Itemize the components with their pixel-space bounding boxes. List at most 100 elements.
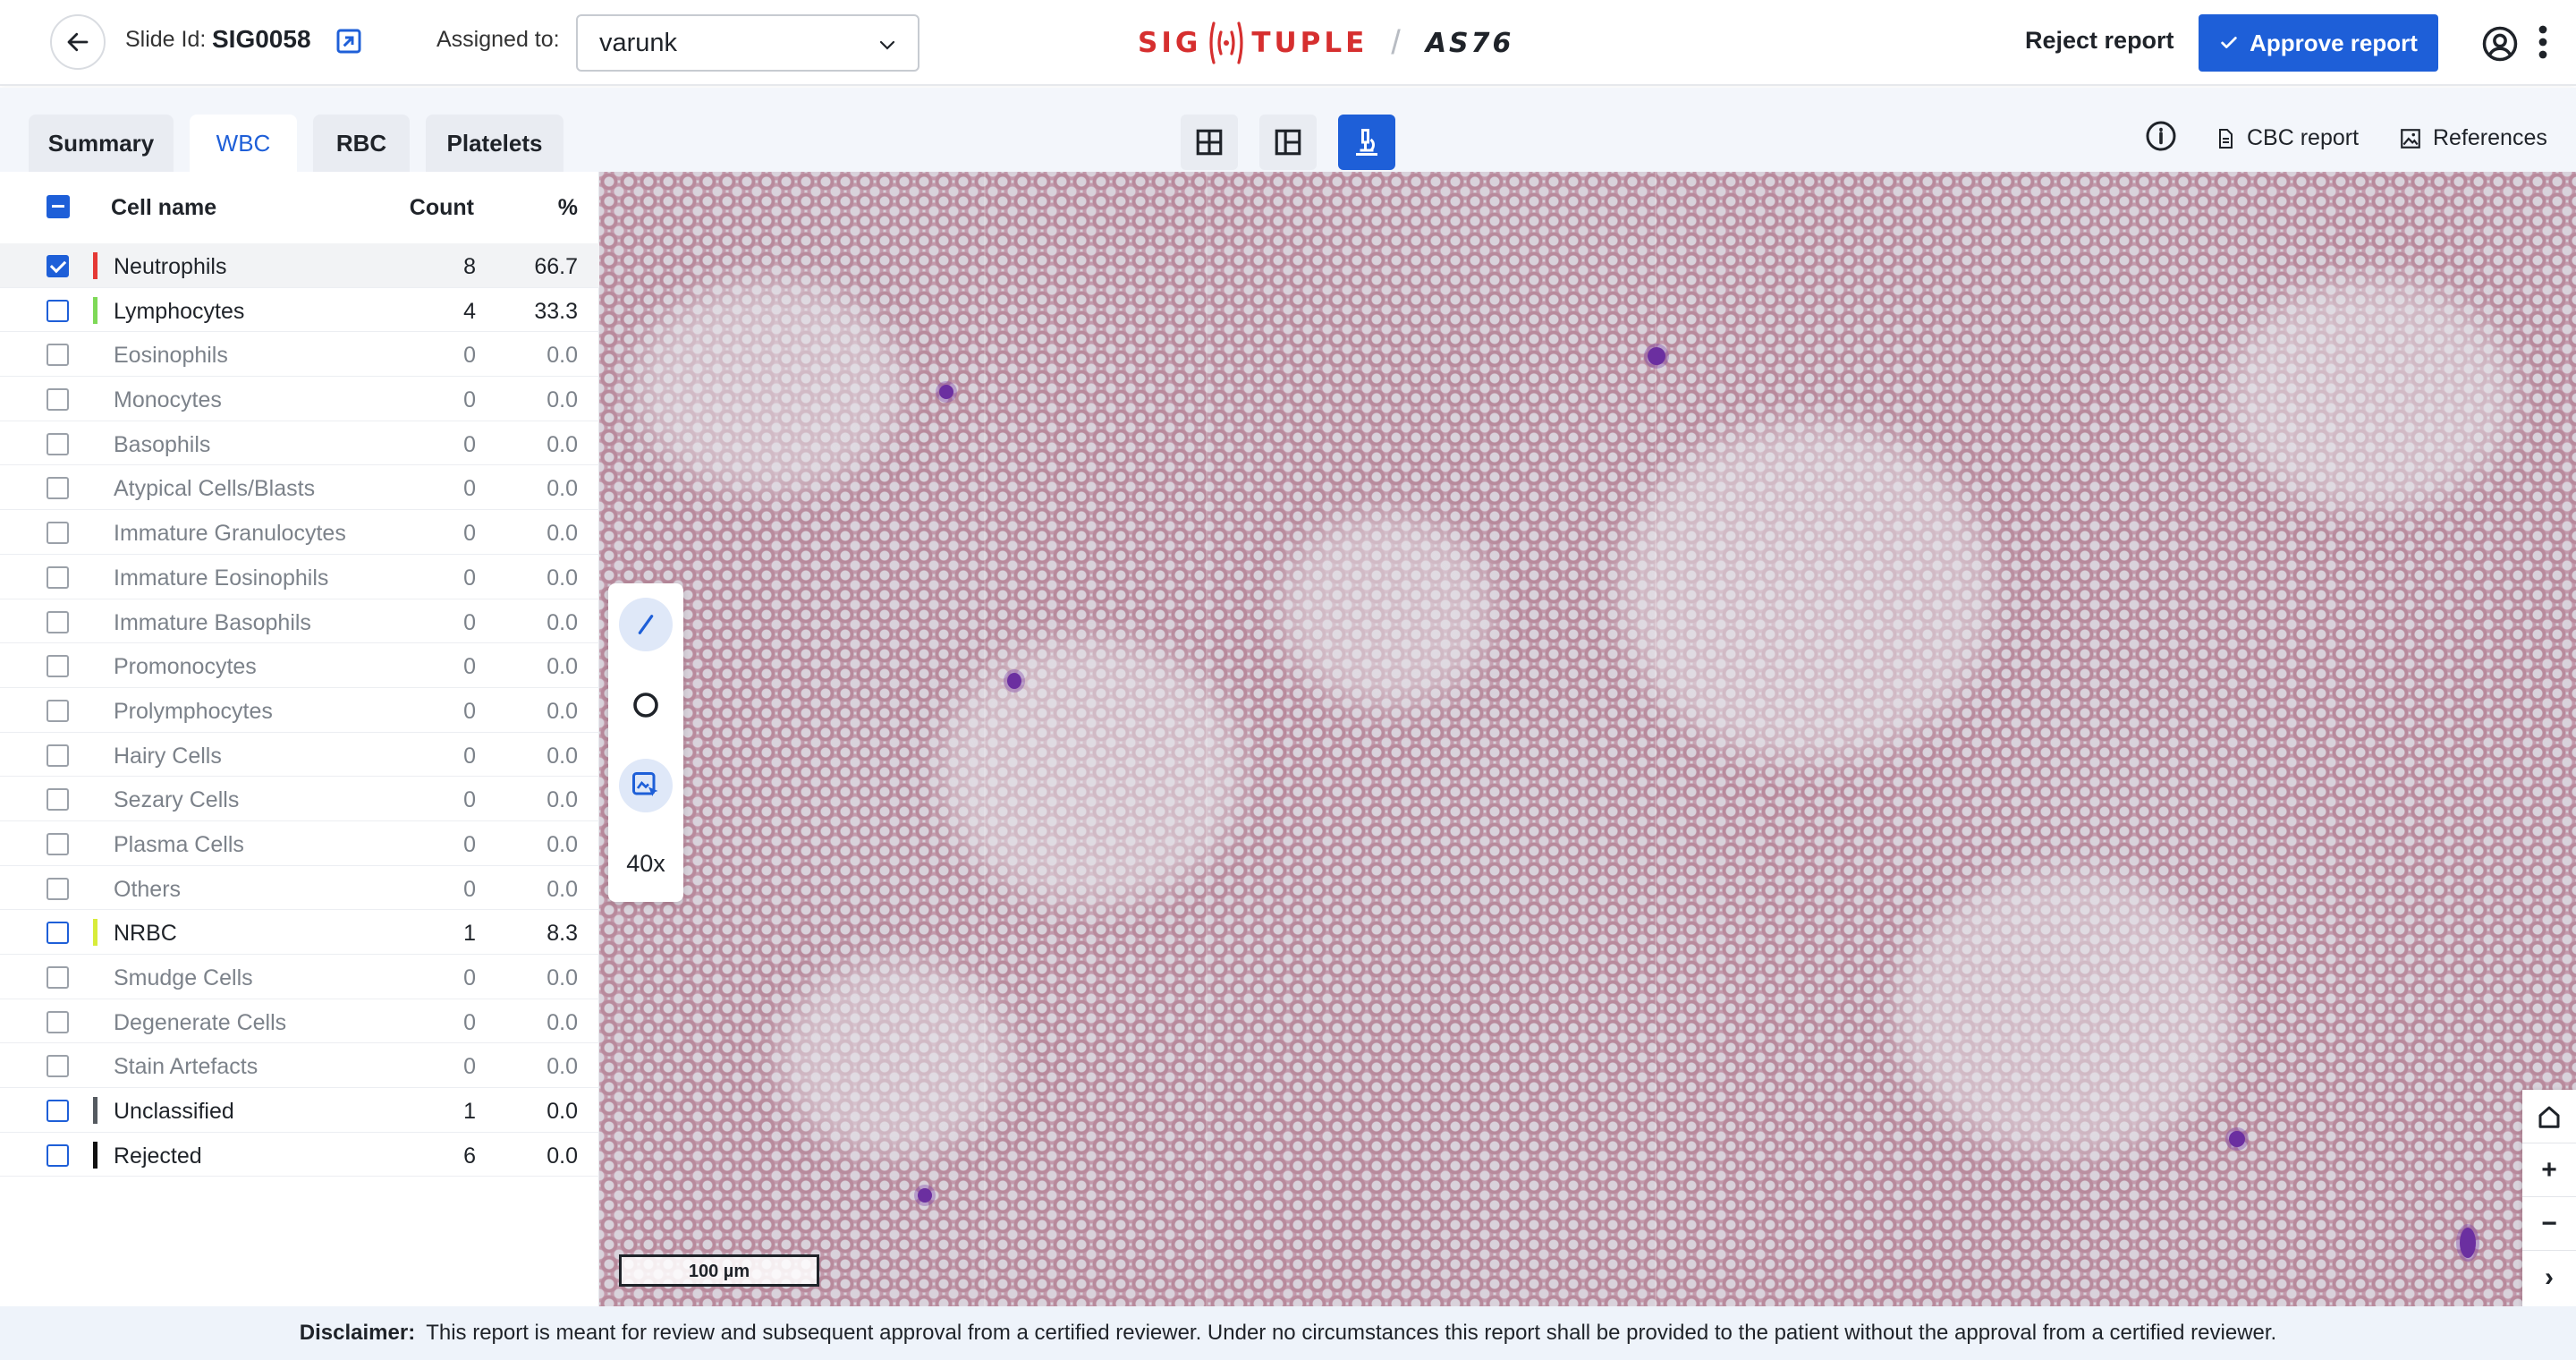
zoom-in-button[interactable]: + <box>2522 1143 2576 1197</box>
row-checkbox[interactable] <box>47 432 69 455</box>
cell-percent: 0.0 <box>547 1009 578 1035</box>
cell-percent: 66.7 <box>534 254 578 279</box>
cell-count: 0 <box>463 476 476 502</box>
table-row[interactable]: Smudge Cells 0 0.0 <box>0 955 599 999</box>
sigtuple-logo: SIG TUPLE / AS76 <box>1138 16 1513 70</box>
select-area-button[interactable] <box>619 759 673 812</box>
approve-report-button[interactable]: Approve report <box>2199 14 2438 72</box>
user-account-icon[interactable] <box>2481 25 2519 63</box>
grid-four-view-button[interactable] <box>1181 115 1238 170</box>
table-row[interactable]: Immature Basophils 0 0.0 <box>0 599 599 644</box>
row-checkbox[interactable] <box>47 1143 69 1167</box>
cell-percent: 0.0 <box>547 654 578 680</box>
tab-wbc[interactable]: WBC <box>190 115 297 172</box>
wbc-cell[interactable] <box>939 385 953 399</box>
table-row[interactable]: Neutrophils 8 66.7 <box>0 243 599 288</box>
tab-summary[interactable]: Summary <box>29 115 174 172</box>
tab-rbc[interactable]: RBC <box>313 115 410 172</box>
tab-label: RBC <box>335 129 387 157</box>
more-vertical-icon[interactable] <box>2535 23 2551 61</box>
table-row[interactable]: Degenerate Cells 0 0.0 <box>0 999 599 1044</box>
wbc-cell[interactable] <box>2229 1131 2245 1147</box>
open-external-icon[interactable] <box>335 27 363 55</box>
row-checkbox[interactable] <box>47 1010 69 1033</box>
table-row[interactable]: Monocytes 0 0.0 <box>0 377 599 421</box>
smear-background <box>1896 870 2236 1156</box>
row-checkbox[interactable] <box>47 966 69 989</box>
grid-three-icon <box>1275 129 1301 156</box>
smear-background <box>635 279 903 494</box>
row-checkbox[interactable] <box>47 1055 69 1078</box>
row-checkbox[interactable] <box>47 877 69 900</box>
cell-count: 0 <box>463 654 476 680</box>
table-row[interactable]: Eosinophils 0 0.0 <box>0 332 599 378</box>
row-checkbox[interactable] <box>47 922 69 945</box>
wbc-cell[interactable] <box>2460 1228 2476 1258</box>
table-row[interactable]: NRBC 1 8.3 <box>0 910 599 955</box>
row-checkbox[interactable] <box>47 655 69 678</box>
disclaimer-text: This report is meant for review and subs… <box>426 1321 2277 1345</box>
tab-platelets[interactable]: Platelets <box>426 115 564 172</box>
table-row[interactable]: Immature Eosinophils 0 0.0 <box>0 555 599 599</box>
table-row[interactable]: Hairy Cells 0 0.0 <box>0 733 599 778</box>
row-checkbox[interactable] <box>47 1100 69 1123</box>
row-checkbox[interactable] <box>47 388 69 412</box>
table-row[interactable]: Others 0 0.0 <box>0 866 599 911</box>
tab-bar: Summary WBC RBC Platelets CBC report Ref… <box>0 88 2576 172</box>
cell-name: Promonocytes <box>114 654 257 680</box>
table-row[interactable]: Promonocytes 0 0.0 <box>0 643 599 688</box>
assigned-to-select[interactable]: varunk <box>576 14 919 72</box>
annotation-toolbar: 40x <box>608 583 683 902</box>
table-row[interactable]: Sezary Cells 0 0.0 <box>0 777 599 821</box>
cell-count: 0 <box>463 698 476 724</box>
table-row[interactable]: Unclassified 1 0.0 <box>0 1088 599 1133</box>
wbc-cell[interactable] <box>918 1188 932 1203</box>
cell-count: 4 <box>463 298 476 324</box>
column-header-count: Count <box>409 195 474 220</box>
row-checkbox[interactable] <box>47 565 69 589</box>
row-checkbox[interactable] <box>47 477 69 500</box>
table-row[interactable]: Basophils 0 0.0 <box>0 421 599 466</box>
line-tool-button[interactable] <box>619 598 673 651</box>
reject-report-button[interactable]: Reject report <box>2025 27 2174 55</box>
tile-seam <box>1655 172 1657 1306</box>
row-checkbox[interactable] <box>47 744 69 767</box>
row-checkbox[interactable] <box>47 832 69 855</box>
home-button[interactable] <box>2522 1090 2576 1143</box>
row-checkbox[interactable] <box>47 699 69 722</box>
row-checkbox[interactable] <box>47 255 69 277</box>
slide-image-viewer[interactable] <box>599 172 2576 1306</box>
cell-count-panel: Cell name Count % Neutrophils 8 66.7 Lympho… <box>0 172 599 1306</box>
references-link[interactable]: References <box>2399 125 2547 151</box>
check-icon <box>2221 37 2237 48</box>
wbc-cell[interactable] <box>1648 347 1665 365</box>
row-checkbox[interactable] <box>47 610 69 633</box>
home-icon <box>2538 1106 2560 1128</box>
zoom-out-button[interactable]: − <box>2522 1197 2576 1251</box>
grid-three-view-button[interactable] <box>1259 115 1317 170</box>
select-all-checkbox[interactable] <box>47 195 70 218</box>
row-checkbox[interactable] <box>47 788 69 812</box>
wbc-cell[interactable] <box>1007 673 1021 689</box>
row-checkbox[interactable] <box>47 299 69 322</box>
cell-percent: 8.3 <box>547 921 578 947</box>
table-row[interactable]: Atypical Cells/Blasts 0 0.0 <box>0 465 599 511</box>
cbc-report-link[interactable]: CBC report <box>2215 125 2359 151</box>
table-row[interactable]: Prolymphocytes 0 0.0 <box>0 688 599 733</box>
back-button[interactable] <box>50 14 106 70</box>
row-checkbox[interactable] <box>47 344 69 367</box>
info-icon[interactable] <box>2145 120 2177 152</box>
next-button[interactable]: › <box>2522 1251 2576 1305</box>
cell-table-body: Neutrophils 8 66.7 Lymphocytes 4 33.3 Eosinoph… <box>0 243 599 1177</box>
table-row[interactable]: Stain Artefacts 0 0.0 <box>0 1043 599 1089</box>
microscope-view-button[interactable] <box>1338 115 1395 170</box>
circle-tool-button[interactable] <box>619 678 673 732</box>
table-row[interactable]: Rejected 6 0.0 <box>0 1133 599 1177</box>
row-checkbox[interactable] <box>47 522 69 545</box>
cell-name: Stain Artefacts <box>114 1054 258 1080</box>
table-row[interactable]: Plasma Cells 0 0.0 <box>0 821 599 866</box>
slide-id-label: Slide Id: <box>125 27 207 52</box>
table-row[interactable]: Immature Granulocytes 0 0.0 <box>0 510 599 555</box>
table-row[interactable]: Lymphocytes 4 33.3 <box>0 288 599 333</box>
cell-name: NRBC <box>114 921 177 947</box>
